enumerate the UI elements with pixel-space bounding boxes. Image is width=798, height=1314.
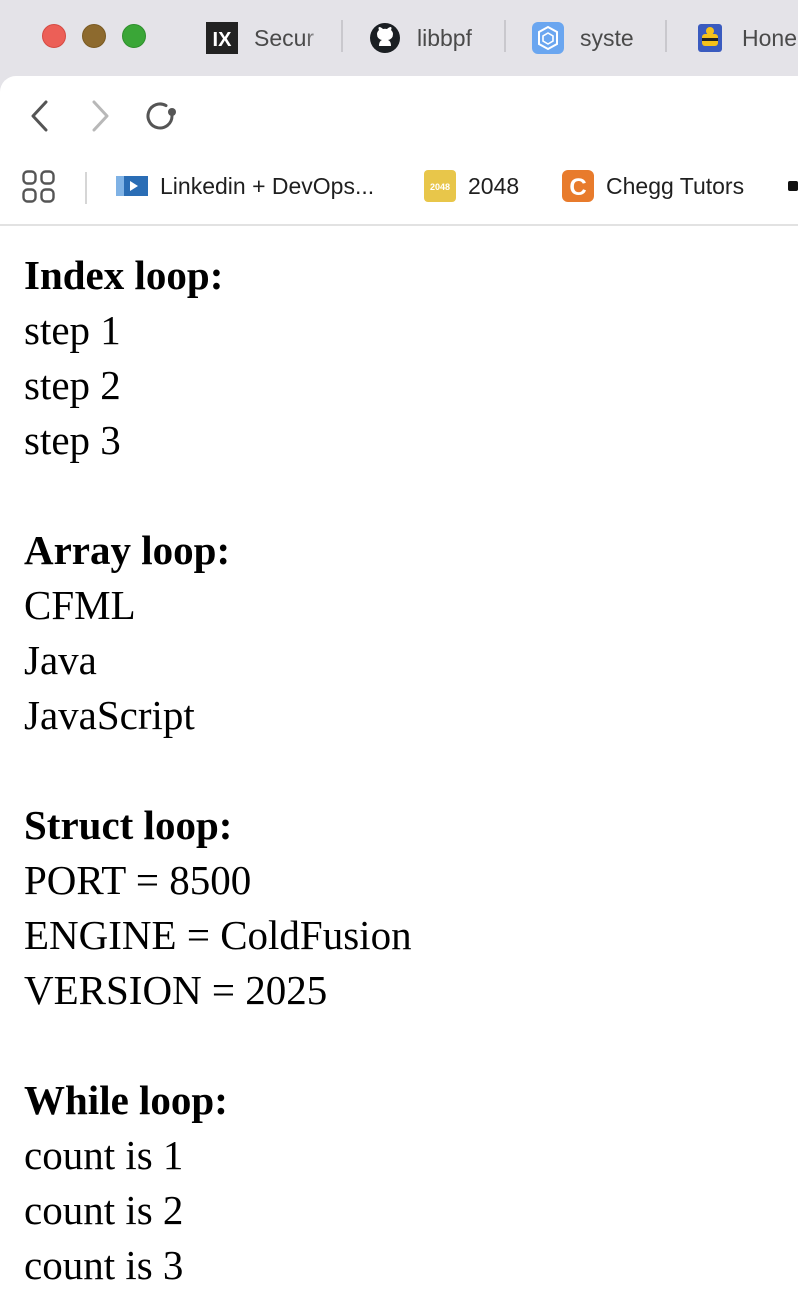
honeycomb-bee-icon — [694, 22, 726, 54]
bookmark-label: Chegg Tutors — [606, 172, 745, 199]
chevron-left-icon — [31, 100, 48, 132]
output-line: VERSION = 2025 — [24, 967, 328, 1013]
bookmark-linkedin-devops[interactable]: Linkedin + DevOps... — [116, 168, 374, 204]
index-loop-section: Index loop: step 1 step 2 step 3 — [24, 248, 798, 468]
bookmark-overflow[interactable] — [788, 168, 798, 204]
browser-toolbar: Linkedin + DevOps... 2048 2048 C Chegg T… — [0, 76, 798, 226]
tab-strip: IX Secur libbpf syste Hone — [0, 0, 798, 76]
output-line: PORT = 8500 — [24, 857, 252, 903]
tab-divider — [504, 20, 506, 52]
apps-grid-icon[interactable] — [22, 170, 56, 204]
array-loop-section: Array loop: CFML Java JavaScript — [24, 523, 798, 743]
output-line: count is 1 — [24, 1132, 184, 1178]
close-window-button[interactable] — [42, 24, 66, 48]
back-button[interactable] — [20, 96, 60, 136]
output-line: step 3 — [24, 417, 121, 463]
chegg-icon: C — [562, 170, 594, 202]
maximize-window-button[interactable] — [122, 24, 146, 48]
output-line: step 1 — [24, 307, 121, 353]
bookmark-label: Linkedin + DevOps... — [160, 172, 375, 199]
bookmarks-divider — [85, 172, 87, 204]
bookmark-icon — [788, 170, 798, 202]
tab-syste[interactable]: syste — [532, 18, 648, 58]
section-heading: Index loop: — [24, 252, 224, 298]
tab-divider — [341, 20, 343, 52]
output-line: step 2 — [24, 362, 121, 408]
svg-text:2048: 2048 — [430, 182, 450, 192]
bookmarks-bar: Linkedin + DevOps... 2048 2048 C Chegg T… — [0, 162, 798, 210]
hexagon-app-icon — [532, 22, 564, 54]
github-icon — [369, 22, 401, 54]
video-play-icon — [116, 170, 148, 202]
bookmark-2048[interactable]: 2048 2048 — [424, 168, 519, 204]
tab-label: Hone — [742, 24, 797, 51]
page-content: Index loop: step 1 step 2 step 3 Array l… — [0, 226, 798, 1314]
chevron-right-icon — [92, 100, 109, 132]
tab-label: syste — [580, 24, 634, 51]
section-heading: Array loop: — [24, 527, 231, 573]
tab-secur[interactable]: IX Secur — [206, 18, 322, 58]
section-heading: Struct loop: — [24, 802, 233, 848]
output-line: count is 3 — [24, 1242, 184, 1288]
output-line: CFML — [24, 582, 136, 628]
tab-libbpf[interactable]: libbpf — [369, 18, 485, 58]
forward-button[interactable] — [80, 96, 120, 136]
svg-text:C: C — [569, 174, 586, 201]
output-line: Java — [24, 637, 97, 683]
output-line: count is 2 — [24, 1187, 184, 1233]
output-line: ENGINE = ColdFusion — [24, 912, 412, 958]
reload-icon — [146, 102, 176, 130]
svg-text:IX: IX — [213, 29, 233, 51]
tab-label: libbpf — [417, 24, 472, 51]
bookmark-label: 2048 — [468, 172, 520, 199]
bookmark-chegg-tutors[interactable]: C Chegg Tutors — [562, 168, 744, 204]
section-heading: While loop: — [24, 1077, 228, 1123]
tab-divider — [665, 20, 667, 52]
minimize-window-button[interactable] — [82, 24, 106, 48]
reload-button[interactable] — [140, 96, 180, 136]
tab-hone[interactable]: Hone — [694, 18, 798, 58]
output-line: JavaScript — [24, 692, 195, 738]
while-loop-section: While loop: count is 1 count is 2 count … — [24, 1073, 798, 1293]
struct-loop-section: Struct loop: PORT = 8500 ENGINE = ColdFu… — [24, 798, 798, 1018]
ix-logo-icon: IX — [206, 22, 238, 54]
game-2048-icon: 2048 — [424, 170, 456, 202]
